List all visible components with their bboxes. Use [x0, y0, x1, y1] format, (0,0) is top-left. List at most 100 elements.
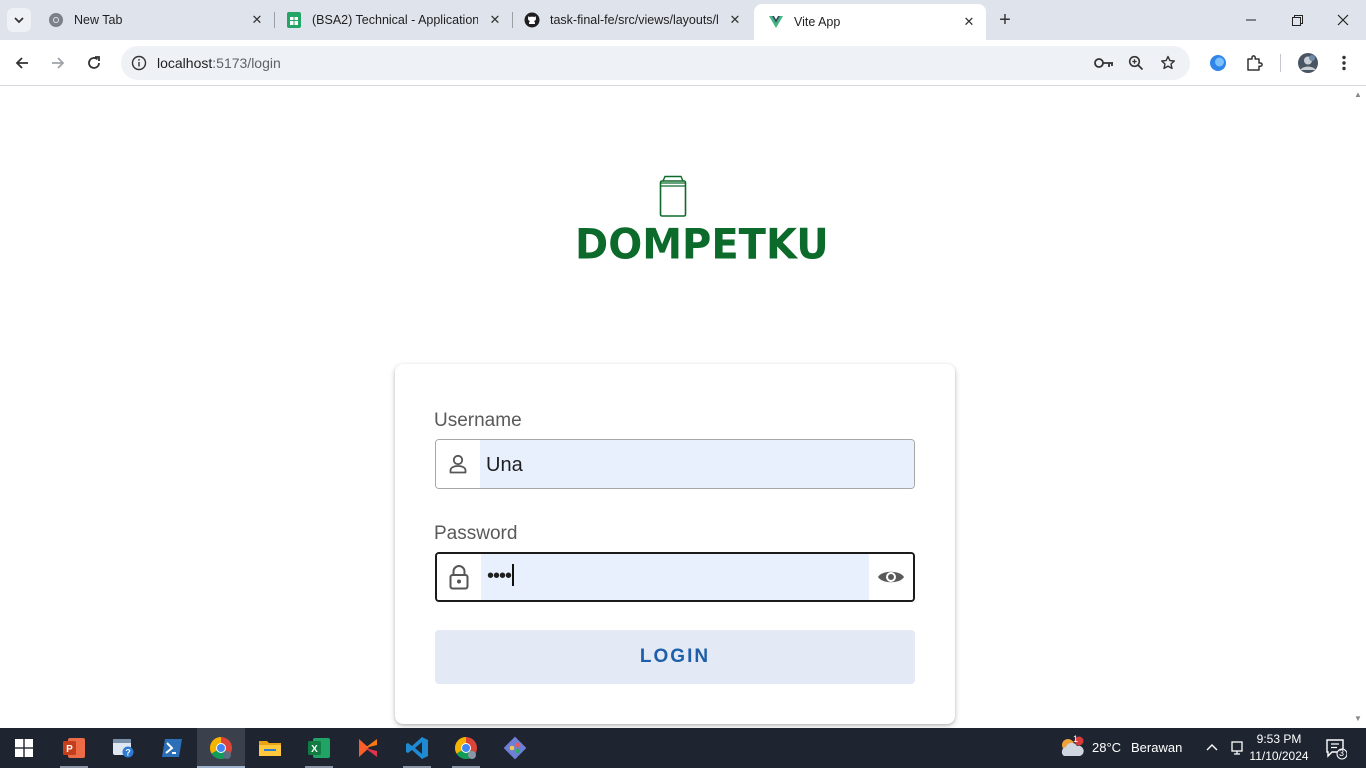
restore-icon	[1291, 14, 1303, 26]
taskbar-clock[interactable]: 9:53 PM 11/10/2024	[1240, 731, 1318, 765]
close-window-button[interactable]	[1320, 0, 1366, 40]
chevron-down-icon	[14, 17, 24, 24]
username-field[interactable]: Una	[435, 439, 915, 489]
toolbar-divider	[1280, 54, 1281, 72]
tab-github[interactable]: task-final-fe/src/views/layouts/l ✕	[510, 0, 752, 40]
browser-tab-strip: New Tab ✕ (BSA2) Technical - Application…	[0, 0, 1366, 40]
google-sheets-icon	[286, 12, 302, 28]
tab-vite-app[interactable]: Vite App ✕	[754, 4, 986, 40]
login-button[interactable]: LOGIN	[435, 630, 915, 684]
windows-start-button[interactable]	[0, 728, 48, 768]
login-card: Username Una Password •••• LOGIN	[395, 364, 955, 724]
zoom-icon[interactable]	[1124, 51, 1148, 75]
address-bar[interactable]: localhost:5173/login	[121, 46, 1190, 80]
git-app-icon	[503, 736, 527, 760]
vscode-icon	[406, 737, 428, 759]
toggle-password-visibility[interactable]	[869, 554, 913, 600]
taskbar-chrome[interactable]	[197, 728, 245, 768]
bookmark-star-icon[interactable]	[1156, 51, 1180, 75]
forward-button[interactable]	[44, 49, 72, 77]
scroll-up-arrow-icon[interactable]: ▲	[1354, 91, 1362, 99]
close-icon	[1337, 14, 1349, 26]
close-icon[interactable]: ✕	[960, 13, 978, 31]
username-label: Username	[434, 410, 522, 431]
notification-count: 3	[1339, 748, 1345, 758]
username-input[interactable]: Una	[480, 440, 914, 488]
github-icon	[524, 12, 540, 28]
close-icon[interactable]: ✕	[486, 11, 504, 29]
taskbar-excel[interactable]: X	[295, 728, 343, 768]
powershell-icon	[162, 739, 182, 757]
taskbar-git-app[interactable]	[491, 728, 539, 768]
dompetku-logo: DOMPETKU	[575, 175, 829, 270]
browser-toolbar: localhost:5173/login	[0, 40, 1366, 86]
url-host: localhost	[157, 55, 213, 71]
taskbar-vscode[interactable]	[393, 728, 441, 768]
password-label: Password	[434, 523, 518, 544]
scroll-down-arrow-icon[interactable]: ▼	[1354, 715, 1362, 723]
chrome-profile-icon	[455, 737, 477, 759]
close-icon[interactable]: ✕	[248, 11, 266, 29]
taskbar-powershell[interactable]	[148, 728, 196, 768]
reload-icon	[88, 56, 100, 69]
site-info-icon[interactable]	[127, 51, 151, 75]
windows-taskbar: P ? X 1 28°C Berawan 9:53 PM 11/10/2024 …	[0, 728, 1366, 768]
powerpoint-icon: P	[63, 738, 85, 758]
text-caret	[512, 564, 514, 586]
extensions-puzzle-icon[interactable]	[1240, 49, 1268, 77]
tab-search-button[interactable]	[7, 8, 31, 32]
wallet-logo-icon	[659, 175, 687, 217]
password-field[interactable]: ••••	[435, 552, 915, 602]
taskbar-file-explorer[interactable]	[246, 728, 294, 768]
extension-blue-icon[interactable]	[1204, 49, 1232, 77]
svg-text:P: P	[66, 744, 73, 755]
password-key-icon[interactable]	[1092, 51, 1116, 75]
chevron-up-icon	[1206, 744, 1218, 751]
tab-title: (BSA2) Technical - Application F	[312, 13, 478, 27]
chrome-newtab-icon	[48, 12, 64, 28]
brand-name: DOMPETKU	[575, 220, 829, 270]
tab-title: New Tab	[74, 13, 123, 27]
profile-avatar[interactable]	[1294, 49, 1322, 77]
back-button[interactable]	[8, 49, 36, 77]
svg-text:?: ?	[125, 748, 131, 758]
tab-title: task-final-fe/src/views/layouts/l	[550, 13, 718, 27]
vite-icon	[768, 14, 784, 30]
password-mask: ••••	[487, 565, 512, 587]
more-vertical-icon	[1342, 55, 1346, 71]
reload-button[interactable]	[80, 49, 108, 77]
weather-temp: 28°C	[1092, 740, 1122, 755]
tab-new-tab[interactable]: New Tab ✕	[34, 0, 274, 40]
help-app-icon: ?	[113, 739, 134, 758]
taskbar-powerpoint[interactable]: P	[50, 728, 98, 768]
restore-button[interactable]	[1274, 0, 1320, 40]
taskbar-help-app[interactable]: ?	[99, 728, 147, 768]
svg-text:X: X	[311, 744, 318, 755]
notification-center-button[interactable]: 3	[1325, 738, 1348, 765]
password-value: ••••	[487, 564, 514, 588]
lock-icon	[437, 554, 481, 600]
close-icon[interactable]: ✕	[726, 11, 744, 29]
tab-title: Vite App	[794, 15, 841, 29]
weather-badge: 1	[1073, 734, 1079, 744]
plus-icon: +	[999, 8, 1011, 31]
excel-icon: X	[308, 738, 330, 758]
show-hidden-icons-button[interactable]	[1204, 740, 1220, 761]
windows-logo-icon	[15, 739, 33, 757]
page-scrollbar[interactable]: ▲ ▼	[1350, 87, 1366, 728]
minimize-icon	[1246, 19, 1256, 21]
user-icon	[436, 440, 480, 488]
taskbar-chrome-profile[interactable]	[442, 728, 490, 768]
new-tab-button[interactable]: +	[994, 9, 1016, 31]
password-input[interactable]: ••••	[481, 554, 871, 600]
chrome-menu-button[interactable]	[1330, 49, 1358, 77]
jetbrains-icon	[359, 739, 377, 757]
tab-google-sheets[interactable]: (BSA2) Technical - Application F ✕	[272, 0, 512, 40]
minimize-button[interactable]	[1228, 0, 1274, 40]
arrow-left-icon	[15, 57, 28, 69]
taskbar-jetbrains[interactable]	[344, 728, 392, 768]
arrow-right-icon	[52, 57, 65, 69]
clock-date: 11/10/2024	[1249, 749, 1309, 763]
weather-condition: Berawan	[1131, 740, 1183, 755]
url-text[interactable]: localhost:5173/login	[157, 55, 281, 71]
